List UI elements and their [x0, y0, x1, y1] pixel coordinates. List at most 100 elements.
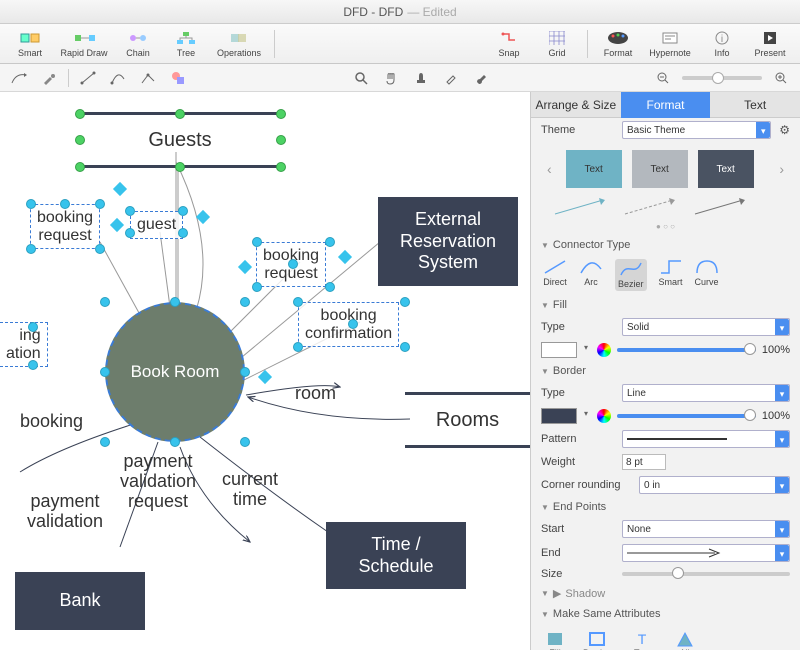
- color-wheel-icon[interactable]: [597, 409, 611, 423]
- smart-button[interactable]: Smart: [8, 26, 52, 62]
- same-text-format-button[interactable]: TText Format: [628, 630, 657, 650]
- fill-opacity-slider[interactable]: [617, 348, 756, 352]
- swatch-prev-icon[interactable]: ‹: [543, 161, 556, 177]
- color-wheel-icon[interactable]: [597, 343, 611, 357]
- flow-label-pval[interactable]: payment validation: [27, 492, 103, 532]
- flow-label-booking-request-1[interactable]: booking request: [30, 204, 100, 249]
- zoom-out-icon[interactable]: [652, 68, 674, 88]
- same-fill-button[interactable]: Fill: [545, 630, 565, 650]
- svg-text:i: i: [721, 34, 723, 45]
- flow-label-pval-request[interactable]: payment validation request: [120, 452, 196, 511]
- same-all-button[interactable]: All: [675, 630, 695, 650]
- present-icon: [759, 29, 781, 47]
- flow-label-current-time[interactable]: current time: [222, 470, 278, 510]
- connector-tool-icon[interactable]: [8, 68, 30, 88]
- dropper-tool-icon[interactable]: [440, 68, 462, 88]
- brush-tool-icon[interactable]: [470, 68, 492, 88]
- magnify-tool-icon[interactable]: [350, 68, 372, 88]
- info-icon: i: [711, 29, 733, 47]
- flow-label-partial[interactable]: ing ation: [0, 322, 48, 367]
- hypernote-button[interactable]: Hypernote: [644, 26, 696, 62]
- section-shadow[interactable]: ▶ Shadow: [531, 583, 800, 604]
- operations-icon: [228, 29, 250, 47]
- curve-tool-icon[interactable]: [107, 68, 129, 88]
- swatch-next-icon[interactable]: ›: [775, 161, 788, 177]
- toolbar-separator: [587, 30, 588, 58]
- theme-select[interactable]: Basic Theme: [622, 121, 771, 139]
- eyedropper-icon[interactable]: [38, 68, 60, 88]
- arrow-style-2[interactable]: [623, 198, 679, 216]
- svg-text:T: T: [638, 631, 647, 647]
- hand-tool-icon[interactable]: [380, 68, 402, 88]
- section-same-attrs[interactable]: Make Same Attributes: [531, 604, 800, 624]
- format-button[interactable]: Format: [596, 26, 640, 62]
- tree-icon: [175, 29, 197, 47]
- main-toolbar: Smart Rapid Draw Chain Tree Operations S…: [0, 24, 800, 64]
- tab-format[interactable]: Format: [621, 92, 711, 118]
- operations-button[interactable]: Operations: [212, 26, 266, 62]
- info-button[interactable]: iInfo: [700, 26, 744, 62]
- tool-ribbon: [0, 64, 800, 92]
- connector-direct[interactable]: Direct: [543, 259, 567, 291]
- same-border-button[interactable]: Border: [583, 630, 610, 650]
- arrow-style-3[interactable]: [693, 198, 749, 216]
- format-icon: [607, 29, 629, 47]
- style-swatch-3[interactable]: Text: [698, 150, 754, 188]
- datastore-guests[interactable]: Guests: [80, 112, 280, 168]
- flow-label-guest[interactable]: guest: [130, 211, 183, 239]
- diagram-canvas[interactable]: Guests Rooms Book Room External Reservat…: [0, 92, 530, 650]
- section-connector-type[interactable]: Connector Type: [531, 235, 800, 255]
- connector-arc[interactable]: Arc: [579, 259, 603, 291]
- style-swatch-1[interactable]: Text: [566, 150, 622, 188]
- tab-arrange-size[interactable]: Arrange & Size: [531, 92, 621, 118]
- entity-time-schedule[interactable]: Time / Schedule: [326, 522, 466, 589]
- zoom-in-icon[interactable]: [770, 68, 792, 88]
- gear-icon[interactable]: ⚙: [779, 123, 790, 137]
- weight-stepper[interactable]: 8 pt: [622, 454, 666, 470]
- border-color-chip[interactable]: [541, 408, 577, 424]
- connector-smart[interactable]: Smart: [659, 259, 683, 291]
- flow-label-booking[interactable]: booking: [20, 412, 83, 432]
- section-fill[interactable]: Fill: [531, 295, 800, 315]
- grid-button[interactable]: Grid: [535, 26, 579, 62]
- fill-color-chip[interactable]: [541, 342, 577, 358]
- section-endpoints[interactable]: End Points: [531, 497, 800, 517]
- chain-button[interactable]: Chain: [116, 26, 160, 62]
- process-book-room[interactable]: Book Room: [105, 302, 245, 442]
- entity-external-reservation[interactable]: External Reservation System: [378, 197, 518, 286]
- arrow-style-1[interactable]: [553, 198, 609, 216]
- border-opacity-slider[interactable]: [617, 414, 756, 418]
- connector-bezier[interactable]: Bezier: [615, 259, 647, 291]
- shape-tool-icon[interactable]: [167, 68, 189, 88]
- endpoint-size-slider[interactable]: [622, 572, 790, 576]
- tab-text[interactable]: Text: [710, 92, 800, 118]
- rapid-draw-button[interactable]: Rapid Draw: [56, 26, 112, 62]
- border-type-select[interactable]: Line: [622, 384, 790, 402]
- doc-title: DFD - DFD: [343, 5, 403, 19]
- corner-select[interactable]: 0 in: [639, 476, 790, 494]
- theme-label: Theme: [541, 124, 616, 136]
- tree-button[interactable]: Tree: [164, 26, 208, 62]
- angle-tool-icon[interactable]: [137, 68, 159, 88]
- edited-indicator: — Edited: [407, 5, 456, 19]
- entity-bank[interactable]: Bank: [15, 572, 145, 630]
- stamp-tool-icon[interactable]: [410, 68, 432, 88]
- pattern-select[interactable]: [622, 430, 790, 448]
- fill-type-select[interactable]: Solid: [622, 318, 790, 336]
- window-titlebar: DFD - DFD — Edited: [0, 0, 800, 24]
- end-endpoint-select[interactable]: [622, 544, 790, 562]
- connector-curve[interactable]: Curve: [695, 259, 719, 291]
- section-border[interactable]: Border: [531, 361, 800, 381]
- datastore-rooms[interactable]: Rooms: [405, 392, 530, 448]
- rapid-draw-icon: [73, 29, 95, 47]
- present-button[interactable]: Present: [748, 26, 792, 62]
- line-tool-icon[interactable]: [77, 68, 99, 88]
- flow-label-room[interactable]: room: [295, 384, 336, 404]
- style-swatch-2[interactable]: Text: [632, 150, 688, 188]
- zoom-slider[interactable]: [682, 76, 762, 80]
- inspector-panel: Arrange & Size Format Text Theme Basic T…: [530, 92, 800, 650]
- grid-icon: [546, 29, 568, 47]
- snap-button[interactable]: Snap: [487, 26, 531, 62]
- start-endpoint-select[interactable]: None: [622, 520, 790, 538]
- hypernote-icon: [659, 29, 681, 47]
